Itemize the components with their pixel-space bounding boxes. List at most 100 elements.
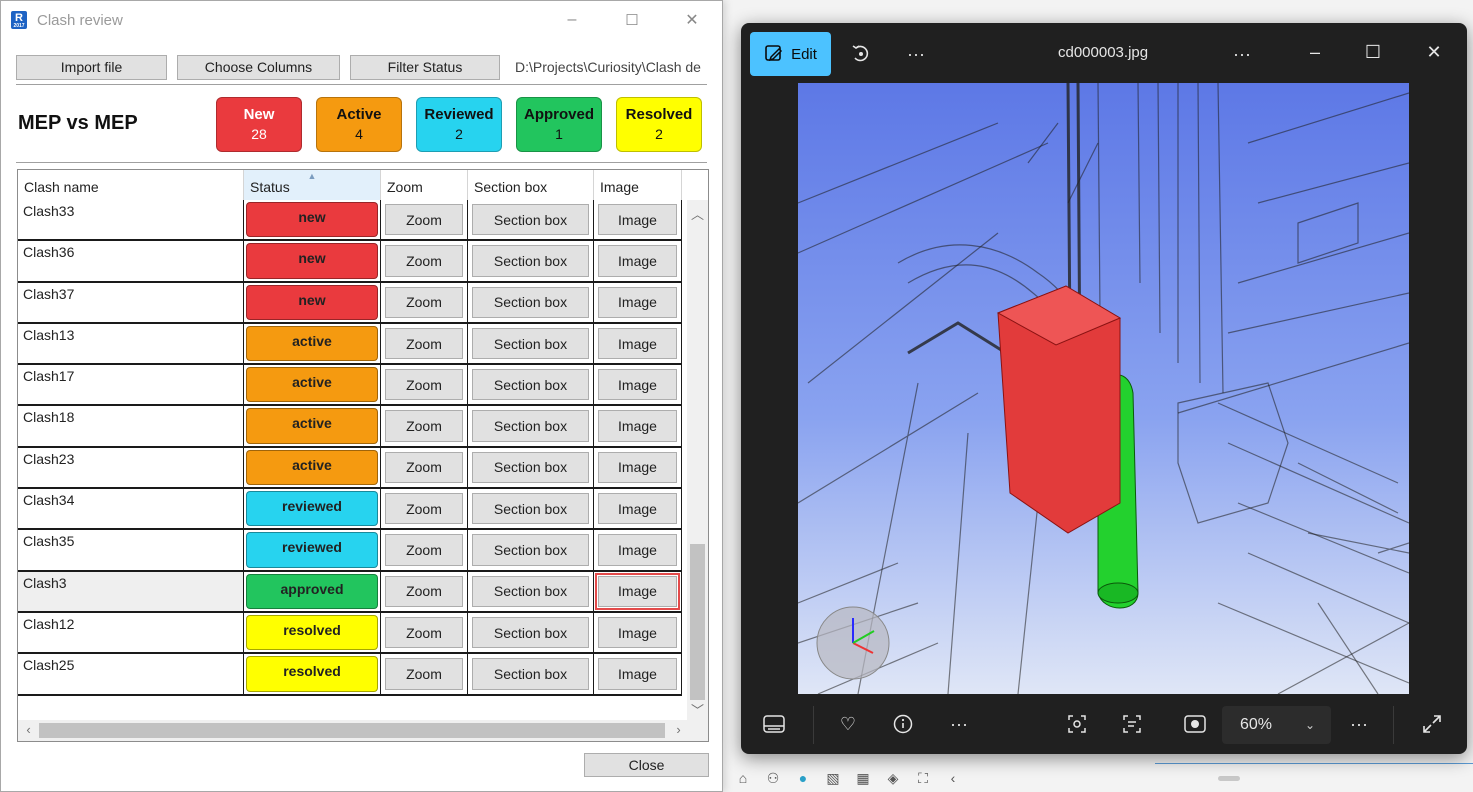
column-header-clash-name[interactable]: Clash name	[18, 170, 244, 200]
minimize-icon[interactable]: –	[542, 1, 602, 39]
status-badge[interactable]: approved	[246, 573, 378, 609]
building-icon[interactable]: ▦	[854, 770, 872, 787]
clash-name-cell[interactable]: Clash3	[18, 571, 244, 611]
status-badge[interactable]: active	[246, 325, 378, 362]
table-row[interactable]: Clash23 active Zoom Section box Image	[18, 447, 682, 490]
zoom-button[interactable]: Zoom	[385, 616, 463, 649]
table-row[interactable]: Clash25 resolved Zoom Section box Image	[18, 654, 682, 696]
choose-columns-button[interactable]: Choose Columns	[177, 54, 340, 80]
import-file-button[interactable]: Import file	[16, 54, 167, 80]
scroll-left-icon[interactable]: ‹	[18, 722, 39, 737]
image-button[interactable]: Image	[598, 658, 677, 690]
rotate-icon[interactable]	[843, 36, 879, 72]
status-badge[interactable]: active	[246, 449, 378, 486]
vertical-scroll-thumb[interactable]	[690, 544, 705, 700]
section-box-button[interactable]: Section box	[472, 286, 589, 318]
column-header-zoom[interactable]: Zoom	[381, 170, 468, 200]
vertical-scrollbar[interactable]: ︿ ﹀	[687, 200, 708, 721]
scroll-right-icon[interactable]: ›	[668, 722, 689, 737]
more-icon[interactable]: ···	[941, 706, 977, 742]
image-button[interactable]: Image	[598, 410, 677, 442]
image-button[interactable]: Image	[595, 572, 680, 610]
section-box-button[interactable]: Section box	[472, 493, 589, 525]
clash-name-cell[interactable]: Clash35	[18, 530, 244, 570]
zoom-button[interactable]: Zoom	[385, 204, 463, 236]
info-icon[interactable]	[885, 706, 921, 742]
steering-wheel-icon[interactable]: ⚇	[764, 770, 782, 787]
scroll-up-icon[interactable]: ︿	[687, 204, 708, 223]
image-button[interactable]: Image	[598, 327, 677, 360]
zoom-button[interactable]: Zoom	[385, 327, 463, 360]
clash-name-cell[interactable]: Clash33	[18, 200, 244, 240]
image-button[interactable]: Image	[598, 493, 677, 525]
filter-status-button[interactable]: Filter Status	[350, 54, 500, 80]
section-box-button[interactable]: Section box	[472, 575, 589, 607]
table-row[interactable]: Clash35 reviewed Zoom Section box Image	[18, 530, 682, 572]
close-icon[interactable]: ✕	[662, 1, 722, 39]
image-button[interactable]: Image	[598, 286, 677, 318]
clash-name-cell[interactable]: Clash18	[18, 406, 244, 446]
cube-icon[interactable]: ◈	[884, 770, 902, 787]
image-button[interactable]: Image	[598, 204, 677, 236]
table-row[interactable]: Clash18 active Zoom Section box Image	[18, 406, 682, 448]
section-box-button[interactable]: Section box	[472, 245, 589, 277]
crop-icon[interactable]: ⛶	[914, 770, 932, 787]
chevron-left-icon[interactable]: ‹	[944, 770, 962, 786]
close-icon[interactable]: ✕	[1416, 34, 1452, 70]
clash-name-cell[interactable]: Clash13	[18, 323, 244, 364]
table-row[interactable]: Clash12 resolved Zoom Section box Image	[18, 612, 682, 655]
clash-name-cell[interactable]: Clash34	[18, 489, 244, 529]
status-badge[interactable]: reviewed	[246, 491, 378, 527]
horizontal-scrollbar[interactable]: ‹ ›	[18, 720, 689, 741]
status-badge[interactable]: active	[246, 408, 378, 444]
close-button[interactable]: Close	[584, 753, 709, 777]
column-header-status[interactable]: ▲ Status	[244, 170, 381, 200]
maximize-icon[interactable]: ☐	[602, 1, 662, 39]
column-header-image[interactable]: Image	[594, 170, 682, 200]
zoom-button[interactable]: Zoom	[385, 575, 463, 607]
workspace-scroll-thumb[interactable]	[1218, 776, 1240, 781]
image-button[interactable]: Image	[598, 534, 677, 566]
zoom-button[interactable]: Zoom	[385, 245, 463, 277]
minimize-icon[interactable]: –	[1297, 34, 1333, 70]
more-icon[interactable]: ···	[1341, 706, 1377, 742]
section-box-button[interactable]: Section box	[472, 616, 589, 649]
more-icon[interactable]: ···	[1224, 36, 1260, 72]
section-box-button[interactable]: Section box	[472, 204, 589, 236]
image-button[interactable]: Image	[598, 616, 677, 649]
scroll-down-icon[interactable]: ﹀	[687, 700, 708, 719]
table-row[interactable]: Clash37 new Zoom Section box Image	[18, 282, 682, 324]
table-row[interactable]: Clash17 active Zoom Section box Image	[18, 365, 682, 407]
text-scan-icon[interactable]	[1114, 706, 1150, 742]
clash-name-cell[interactable]: Clash23	[18, 447, 244, 488]
horizontal-scroll-thumb[interactable]	[39, 723, 665, 738]
filmstrip-icon[interactable]	[756, 706, 792, 742]
home-icon[interactable]: ⌂	[734, 770, 752, 786]
edit-button[interactable]: Edit	[750, 32, 831, 76]
zoom-dropdown[interactable]: 60% ⌄	[1222, 706, 1331, 744]
section-box-button[interactable]: Section box	[472, 327, 589, 360]
section-box-button[interactable]: Section box	[472, 534, 589, 566]
reveal-hidden-icon[interactable]: ▧	[824, 770, 842, 787]
zoom-button[interactable]: Zoom	[385, 658, 463, 690]
status-badge[interactable]: resolved	[246, 614, 378, 651]
clash-name-cell[interactable]: Clash25	[18, 654, 244, 694]
status-badge[interactable]: new	[246, 284, 378, 320]
image-button[interactable]: Image	[598, 451, 677, 484]
section-box-button[interactable]: Section box	[472, 451, 589, 484]
image-button[interactable]: Image	[598, 369, 677, 401]
clash-name-cell[interactable]: Clash36	[18, 241, 244, 281]
column-header-section-box[interactable]: Section box	[468, 170, 594, 200]
fullscreen-icon[interactable]	[1414, 706, 1450, 742]
clash-name-cell[interactable]: Clash12	[18, 612, 244, 653]
status-badge[interactable]: active	[246, 367, 378, 403]
section-box-button[interactable]: Section box	[472, 369, 589, 401]
table-row[interactable]: Clash36 new Zoom Section box Image	[18, 241, 682, 283]
clash-name-cell[interactable]: Clash37	[18, 282, 244, 322]
background-blur-icon[interactable]	[1177, 706, 1213, 742]
clash-name-cell[interactable]: Clash17	[18, 365, 244, 405]
zoom-button[interactable]: Zoom	[385, 369, 463, 401]
status-badge[interactable]: resolved	[246, 656, 378, 692]
clash-image[interactable]	[798, 83, 1409, 694]
table-row[interactable]: Clash33 new Zoom Section box Image	[18, 200, 682, 242]
